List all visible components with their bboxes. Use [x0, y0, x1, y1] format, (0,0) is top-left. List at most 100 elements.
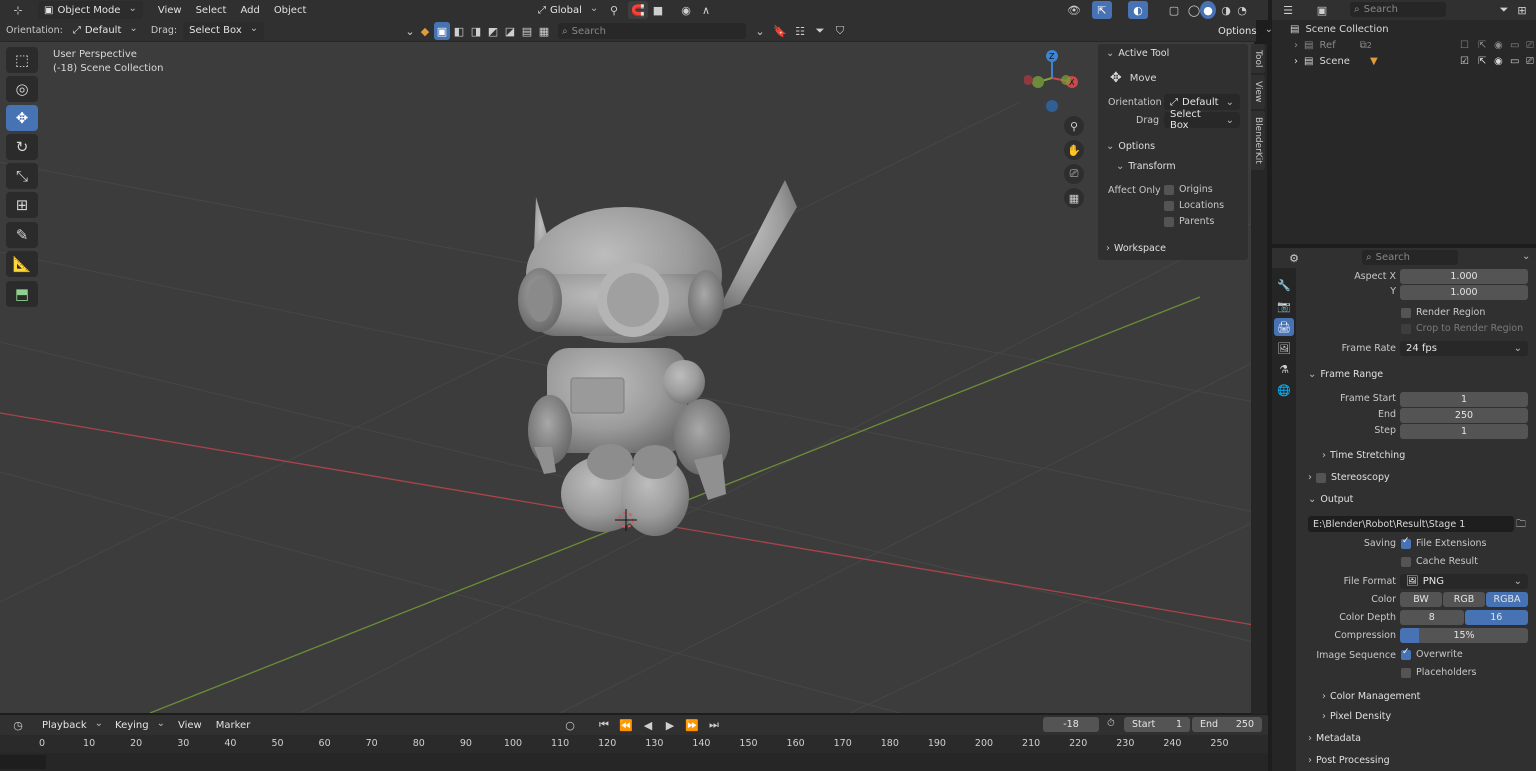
falloff-icon[interactable]: ∧: [696, 1, 716, 19]
overlay-icon[interactable]: ◐: [1128, 1, 1148, 19]
hand-pan-icon[interactable]: ✋: [1064, 140, 1084, 160]
stereoscopy-header[interactable]: › Stereoscopy: [1308, 472, 1390, 483]
tab-blenderkit[interactable]: BlenderKit: [1251, 110, 1265, 170]
exclude-checkbox-icon[interactable]: ☑: [1460, 56, 1469, 67]
exclude-checkbox-icon[interactable]: ☐: [1460, 40, 1469, 51]
object-type-icon[interactable]: ◆: [417, 22, 433, 40]
snap-icon[interactable]: 🧲: [628, 1, 648, 19]
affect-origins-checkbox[interactable]: Origins: [1164, 184, 1213, 195]
keying-menu[interactable]: Keying: [109, 716, 171, 734]
select-subtract-icon[interactable]: ◨: [468, 22, 484, 40]
editor-type-icon[interactable]: ⚙: [1284, 249, 1304, 267]
frame-rate-dropdown[interactable]: 24 fps ⌄: [1400, 341, 1528, 356]
pivot-icon[interactable]: ⚲: [604, 1, 624, 19]
new-collection-icon[interactable]: ⊞: [1512, 1, 1532, 19]
scale-tool-icon[interactable]: ⤡: [6, 163, 38, 189]
rotate-tool-icon[interactable]: ↻: [6, 134, 38, 160]
chevron-down-icon[interactable]: ⌄: [1522, 251, 1530, 262]
color-rgba-option[interactable]: RGBA: [1486, 592, 1528, 607]
frame-range-header[interactable]: ⌄ Frame Range: [1308, 369, 1383, 380]
playback-menu[interactable]: Playback: [36, 716, 109, 734]
end-frame-field[interactable]: End 250: [1192, 717, 1262, 732]
cache-result-checkbox[interactable]: Cache Result: [1401, 556, 1478, 567]
3d-viewport[interactable]: User Perspective (-18) Scene Collection …: [0, 42, 1254, 713]
scene-collection-row[interactable]: ▤ Scene Collection: [1290, 24, 1389, 35]
current-frame-field[interactable]: -18: [1043, 717, 1099, 732]
output-properties-icon[interactable]: 🖨: [1274, 318, 1294, 336]
navigation-gizmo[interactable]: Z X: [1024, 48, 1084, 114]
active-tool-move[interactable]: ✥ Move: [1110, 70, 1157, 86]
affect-parents-checkbox[interactable]: Parents: [1164, 216, 1214, 227]
select-arrow-icon[interactable]: ⇱: [1478, 40, 1486, 51]
snap-target-icon[interactable]: ■: [648, 1, 668, 19]
post-processing-header[interactable]: › Post Processing: [1308, 755, 1390, 766]
jump-start-icon[interactable]: ⏮: [594, 716, 614, 734]
affect-locations-checkbox[interactable]: Locations: [1164, 200, 1224, 211]
aspect-x-field[interactable]: 1.000: [1400, 269, 1528, 284]
select-intersect-icon[interactable]: ◪: [502, 22, 518, 40]
orientation-dropdown[interactable]: ⤢ Default ⌄: [1164, 94, 1240, 110]
transform-header[interactable]: ⌄ Transform: [1116, 161, 1176, 172]
frame-end-field[interactable]: 250: [1400, 408, 1528, 423]
filter-icon[interactable]: ⏷: [1494, 1, 1514, 19]
crop-region-checkbox[interactable]: Crop to Render Region: [1401, 323, 1523, 334]
placeholders-checkbox[interactable]: Placeholders: [1401, 667, 1476, 678]
gizmo-icon[interactable]: ⇱: [1092, 1, 1112, 19]
annotate-tool-icon[interactable]: ✎: [6, 222, 38, 248]
drag-dropdown[interactable]: Select Box ⌄: [1164, 109, 1240, 131]
timeline-view-menu[interactable]: View: [171, 720, 209, 731]
start-frame-field[interactable]: Start 1: [1124, 717, 1190, 732]
marker-menu[interactable]: Marker: [209, 720, 258, 731]
color-management-header[interactable]: › Color Management: [1322, 691, 1420, 702]
options-header[interactable]: ⌄ Options: [1106, 141, 1155, 152]
add-cube-tool-icon[interactable]: ⬒: [6, 281, 38, 307]
viewport-icon[interactable]: ▭: [1510, 56, 1519, 67]
metadata-header[interactable]: › Metadata: [1308, 733, 1361, 744]
tool-properties-icon[interactable]: 🔧: [1274, 276, 1294, 294]
bookmark-icon[interactable]: 🔖: [770, 22, 790, 40]
tab-view[interactable]: View: [1251, 75, 1265, 109]
measure-tool-icon[interactable]: 📐: [6, 251, 38, 277]
menu-view[interactable]: View: [151, 5, 189, 16]
file-extensions-checkbox[interactable]: File Extensions: [1401, 536, 1487, 549]
editor-type-icon[interactable]: ☰: [1278, 1, 1298, 19]
view-layer-properties-icon[interactable]: 🖼: [1274, 339, 1294, 357]
display-mode-icon[interactable]: ▣: [1312, 1, 1332, 19]
frame-start-field[interactable]: 1: [1400, 392, 1528, 407]
select-invert-icon[interactable]: ◩: [485, 22, 501, 40]
transform-tool-icon[interactable]: ⊞: [6, 192, 38, 218]
aspect-y-field[interactable]: 1.000: [1400, 285, 1528, 300]
world-properties-icon[interactable]: 🌐: [1274, 381, 1294, 399]
properties-search-input[interactable]: ⌕ Search: [1362, 250, 1458, 265]
eye-icon[interactable]: ◉: [1494, 56, 1503, 67]
visibility-icon[interactable]: 👁: [1064, 1, 1084, 19]
render-icon[interactable]: ⎚: [1526, 56, 1534, 67]
editor-type-icon[interactable]: ⊹: [8, 1, 28, 19]
move-tool-icon[interactable]: ✥: [6, 105, 38, 131]
proportional-edit-icon[interactable]: ◉: [676, 1, 696, 19]
editor-type-icon[interactable]: ◷: [8, 716, 28, 734]
solid-shading-icon[interactable]: ●: [1200, 1, 1216, 19]
color-bw-option[interactable]: BW: [1400, 592, 1442, 607]
chevron-down-icon[interactable]: ⌄: [404, 22, 416, 40]
timeline-track[interactable]: [0, 753, 1268, 771]
output-header[interactable]: ⌄ Output: [1308, 494, 1353, 505]
workspace-header[interactable]: › Workspace: [1106, 243, 1166, 254]
overwrite-checkbox[interactable]: Overwrite: [1401, 647, 1463, 660]
folder-icon[interactable]: 🗀: [1516, 517, 1526, 534]
tab-tool[interactable]: Tool: [1251, 44, 1265, 74]
options-dropdown[interactable]: Options: [1212, 22, 1279, 40]
menu-add[interactable]: Add: [233, 5, 266, 16]
time-stretching-header[interactable]: › Time Stretching: [1322, 450, 1405, 461]
color-depth-8-option[interactable]: 8: [1400, 610, 1464, 625]
select-box-icon[interactable]: ▣: [434, 22, 450, 40]
select-arrow-icon[interactable]: ⇱: [1478, 56, 1486, 67]
select-box-tool-icon[interactable]: ⬚: [6, 47, 38, 73]
active-tool-header[interactable]: ⌄ Active Tool: [1106, 48, 1169, 59]
next-keyframe-icon[interactable]: ⏩: [682, 716, 702, 734]
timeline-ruler[interactable]: 0 10 20 30 40 50 60 70 80 90 100 110 120 130 140 150 160…: [0, 735, 1268, 753]
transform-orientation-dropdown[interactable]: ⤢ Global: [532, 1, 604, 19]
layout-icon[interactable]: ▤: [519, 22, 535, 40]
color-rgb-option[interactable]: RGB: [1443, 592, 1485, 607]
cursor-tool-icon[interactable]: ◎: [6, 76, 38, 102]
